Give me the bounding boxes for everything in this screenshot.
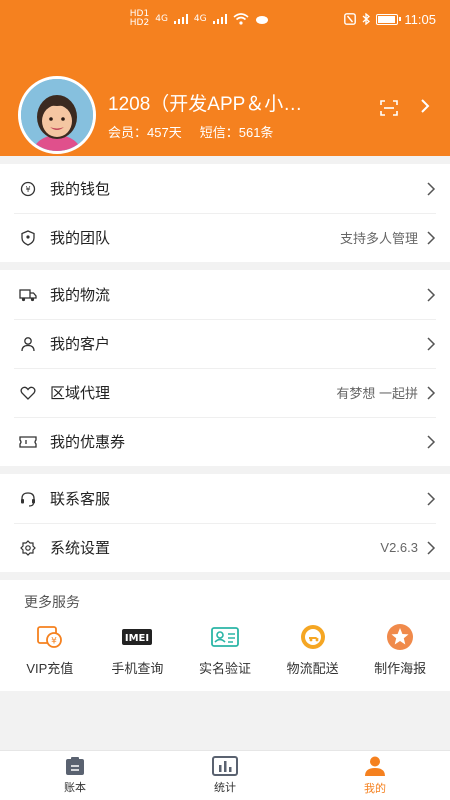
- profile-header: HD1 HD2 4G 4G 11:05 1208（开发APP＆小… 会员：457…: [0, 0, 450, 156]
- menu-group-support: 联系客服 系统设置 V2.6.3: [0, 474, 450, 572]
- headset-icon: [18, 489, 38, 509]
- profile-stats: 会员：457天 短信：561条: [108, 122, 302, 141]
- services-grid: ¥ VIP充值 IMEI 手机查询 实名验证 物流配送 制作海报: [0, 622, 450, 677]
- chevron-right-icon: [427, 230, 436, 245]
- status-bar: HD1 HD2 4G 4G 11:05: [0, 0, 450, 38]
- signal-1-label: 4G: [155, 13, 168, 24]
- service-phone-lookup[interactable]: IMEI 手机查询: [96, 622, 178, 677]
- user-icon: [18, 334, 38, 354]
- sms-label: 短信：: [199, 125, 239, 140]
- notification-icon: [255, 16, 268, 24]
- battery-icon: [376, 13, 402, 25]
- app-version: V2.6.3: [380, 540, 418, 555]
- status-right: 11:05: [344, 12, 436, 27]
- tab-label: 统计: [214, 782, 236, 794]
- imei-icon: IMEI: [122, 622, 153, 652]
- menu-label: 我的钱包: [50, 181, 111, 198]
- menu-group-wallet-team: ¥ 我的钱包 我的团队 支持多人管理: [0, 164, 450, 262]
- service-label: 实名验证: [198, 661, 251, 676]
- svg-text:¥: ¥: [51, 637, 57, 647]
- poster-star-icon: [385, 622, 415, 652]
- signal-2-label: 4G: [193, 13, 207, 24]
- member-value: 457天: [147, 125, 182, 140]
- menu-item-customers[interactable]: 我的客户: [0, 319, 450, 368]
- avatar-image: [21, 79, 93, 151]
- more-services-title: 更多服务: [24, 594, 80, 610]
- id-card-icon: [210, 622, 240, 652]
- imei-icon-text: IMEI: [125, 633, 149, 644]
- user-profile-icon: [365, 756, 385, 776]
- svg-text:¥: ¥: [25, 185, 30, 194]
- chevron-right-icon: [427, 540, 436, 555]
- heart-icon: [18, 383, 38, 403]
- gear-icon: [18, 538, 38, 558]
- chevron-right-icon: [427, 181, 436, 196]
- menu-item-customer-service[interactable]: 联系客服: [0, 474, 450, 523]
- truck-icon: [18, 285, 38, 305]
- profile-name: 1208（开发APP＆小…: [108, 94, 303, 115]
- service-label: VIP充值: [26, 661, 74, 676]
- menu-item-coupons[interactable]: 我的优惠券: [0, 417, 450, 466]
- service-label: 物流配送: [286, 661, 339, 676]
- avatar[interactable]: [18, 76, 96, 154]
- nfc-icon: [344, 13, 357, 25]
- menu-label: 联系客服: [50, 491, 111, 508]
- delivery-icon: [298, 622, 328, 652]
- sms-count: 短信：561条: [200, 122, 274, 141]
- tab-statistics[interactable]: 统计: [150, 751, 300, 800]
- service-label: 手机查询: [111, 661, 164, 676]
- chevron-right-icon: [427, 434, 436, 449]
- tab-mine[interactable]: 我的: [300, 751, 450, 800]
- profile-chevron-right-icon[interactable]: [420, 98, 430, 114]
- profile-info: 1208（开发APP＆小… 会员：457天 短信：561条: [108, 89, 302, 141]
- chevron-right-icon: [427, 385, 436, 400]
- vip-recharge-icon: ¥: [35, 622, 65, 652]
- signal-bars-icon: [173, 14, 188, 24]
- menu-label: 我的物流: [50, 287, 111, 304]
- member-label: 会员：: [108, 125, 148, 140]
- service-delivery[interactable]: 物流配送: [272, 622, 354, 677]
- wallet-icon: ¥: [18, 179, 38, 199]
- more-services-section: 更多服务 ¥ VIP充值 IMEI 手机查询 实名验证 物流配送 制作海报: [0, 580, 450, 691]
- menu-label: 我的优惠券: [50, 434, 126, 451]
- signal-bars-icon: [212, 14, 227, 24]
- menu-hint: 有梦想 一起拼: [336, 386, 418, 401]
- wifi-icon: [233, 13, 249, 25]
- service-id-verification[interactable]: 实名验证: [184, 622, 266, 677]
- statistics-icon: [212, 756, 238, 776]
- member-days: 会员：457天: [108, 122, 182, 141]
- team-shield-icon: [18, 228, 38, 248]
- menu-label: 我的客户: [50, 336, 111, 353]
- chevron-right-icon: [427, 336, 436, 351]
- menu-label: 我的团队: [50, 230, 111, 247]
- profile-block[interactable]: 1208（开发APP＆小… 会员：457天 短信：561条: [18, 76, 302, 154]
- status-time: 11:05: [404, 11, 436, 27]
- sim-indicator: HD1 HD2: [129, 9, 150, 28]
- menu-item-logistics[interactable]: 我的物流: [0, 270, 450, 319]
- tab-label: 账本: [64, 782, 86, 794]
- scan-icon[interactable]: [380, 100, 398, 116]
- menu-item-team[interactable]: 我的团队 支持多人管理: [0, 213, 450, 262]
- menu-group-business: 我的物流 我的客户 区域代理 有梦想 一起拼 我的优惠券: [0, 270, 450, 466]
- chevron-right-icon: [427, 491, 436, 506]
- menu-label: 区域代理: [50, 385, 111, 402]
- service-label: 制作海报: [374, 661, 427, 676]
- menu-item-regional-agent[interactable]: 区域代理 有梦想 一起拼: [0, 368, 450, 417]
- sms-value: 561条: [238, 125, 274, 140]
- menu-label: 系统设置: [50, 540, 111, 557]
- service-vip-recharge[interactable]: ¥ VIP充值: [9, 622, 91, 677]
- chevron-right-icon: [427, 287, 436, 302]
- ledger-icon: [66, 757, 84, 775]
- menu-hint: 支持多人管理: [339, 231, 418, 246]
- menu-item-settings[interactable]: 系统设置 V2.6.3: [0, 523, 450, 572]
- coupon-icon: [18, 432, 38, 452]
- tab-ledger[interactable]: 账本: [0, 751, 150, 800]
- menu-item-wallet[interactable]: ¥ 我的钱包: [0, 164, 450, 213]
- service-poster[interactable]: 制作海报: [359, 622, 441, 677]
- status-left: HD1 HD2 4G 4G: [14, 10, 344, 28]
- bottom-tab-bar: 账本 统计 我的: [0, 750, 450, 800]
- bluetooth-icon: [362, 13, 371, 25]
- tab-label: 我的: [364, 783, 386, 795]
